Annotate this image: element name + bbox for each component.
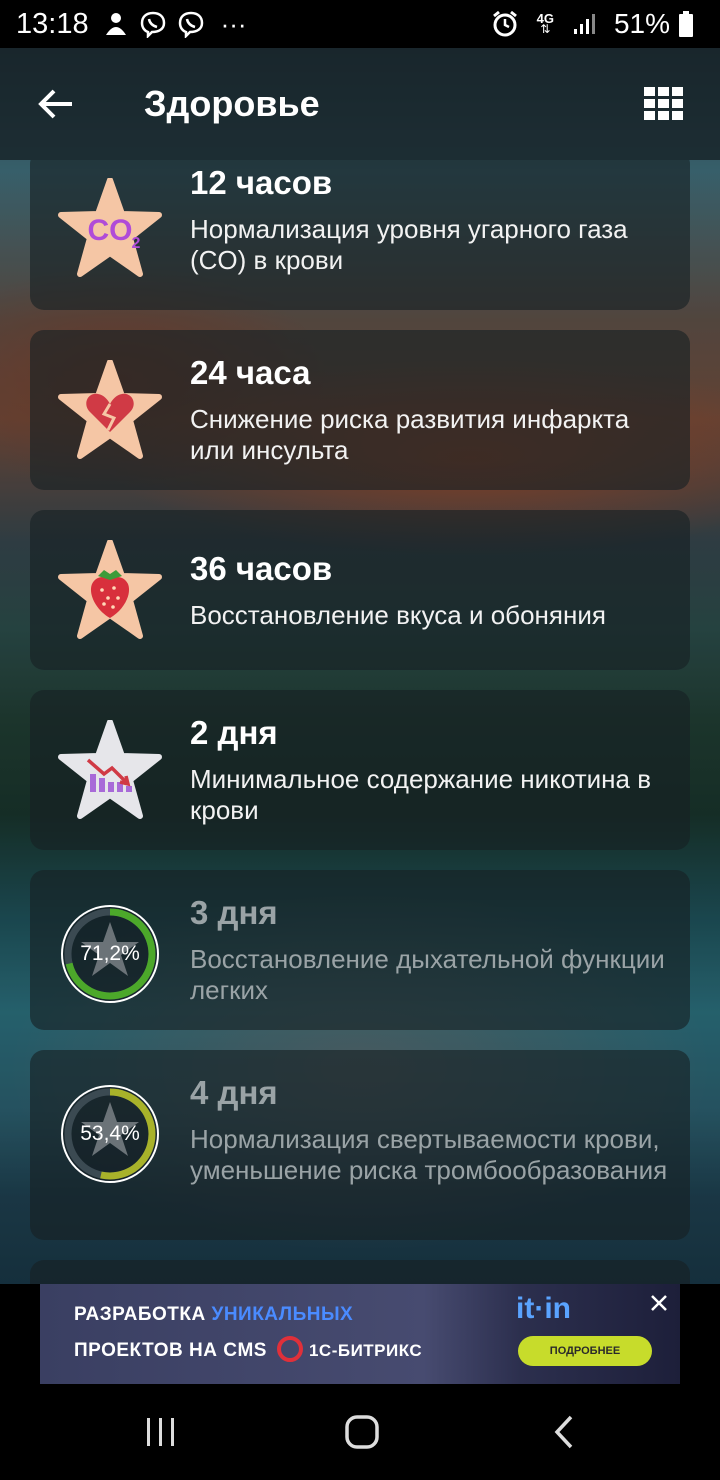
milestone-card[interactable]: 71,2% 3 дня Восстановление дыхательной ф…	[30, 870, 690, 1030]
back-button[interactable]	[0, 48, 112, 160]
close-icon	[651, 1295, 667, 1311]
battery-percentage: 51%	[613, 8, 670, 39]
milestone-description: Восстановление вкуса и обоняния	[190, 600, 606, 630]
milestone-description: Нормализация уровня угарного газа (CO) в…	[190, 214, 628, 275]
ad-subline: ПРОЕКТОВ НА CMS 1С-БИТРИКС	[74, 1336, 423, 1364]
network-type-icon: 4G ⇅	[536, 11, 554, 36]
svg-text:CO: CO	[88, 214, 133, 247]
milestone-time: 36 часов	[190, 550, 333, 587]
ad-banner-area: РАЗРАБОТКА УНИКАЛЬНЫХ ПРОЕКТОВ НА CMS 1С-…	[0, 1284, 720, 1384]
milestone-card[interactable]: 36 часов Восстановление вкуса и обоняния	[30, 510, 690, 670]
notification-person-icon	[103, 11, 129, 37]
ad-close-button[interactable]	[644, 1288, 674, 1318]
milestone-time: 4 дня	[190, 1074, 278, 1111]
viber-icon	[139, 10, 167, 38]
more-notifications-icon: ···	[220, 8, 247, 39]
strawberry-star-icon	[56, 536, 164, 644]
milestone-time: 24 часа	[190, 354, 311, 391]
co2-star-icon: CO 2	[56, 174, 164, 282]
grid-icon	[644, 87, 683, 120]
milestone-time: 2 дня	[190, 714, 278, 751]
grid-menu-button[interactable]	[608, 48, 720, 160]
signal-icon	[572, 12, 596, 36]
svg-text:2: 2	[132, 235, 141, 252]
milestones-list[interactable]: CO 2 12 часов Нормализация уровня угарно…	[0, 160, 720, 1284]
ad-banner[interactable]: РАЗРАБОТКА УНИКАЛЬНЫХ ПРОЕКТОВ НА CMS 1С-…	[40, 1284, 680, 1384]
viber-icon	[177, 10, 205, 38]
alarm-icon	[491, 10, 519, 38]
home-button[interactable]	[338, 1408, 386, 1456]
progress-percentage: 53,4%	[80, 1122, 140, 1145]
milestone-description: Снижение риска развития инфаркта или инс…	[190, 404, 630, 465]
app-bar: Здоровье	[0, 48, 720, 160]
ad-more-button[interactable]: ПОДРОБНЕЕ	[518, 1336, 652, 1366]
navigation-bar	[0, 1384, 720, 1480]
milestone-time: 12 часов	[190, 164, 333, 201]
back-chevron-icon	[554, 1415, 573, 1449]
home-icon	[345, 1415, 379, 1449]
status-bar: 13:18 ··· 4G ⇅ 51%	[0, 0, 720, 48]
ad-headline-accent: УНИКАЛЬНЫХ	[211, 1304, 354, 1325]
milestone-card[interactable]: 53,4% 4 дня Нормализация свертываемости …	[30, 1050, 690, 1240]
milestone-card[interactable]: 24 часа Снижение риска развития инфаркта…	[30, 330, 690, 490]
milestone-description: Минимальное содержание никотина в крови	[190, 764, 652, 825]
milestone-description: Нормализация свертываемости крови, умень…	[190, 1124, 668, 1185]
milestone-description: Восстановление дыхательной функции легки…	[190, 944, 665, 1005]
milestone-card[interactable]	[30, 1260, 690, 1284]
back-nav-button[interactable]	[540, 1408, 588, 1456]
recent-apps-button[interactable]	[137, 1408, 185, 1456]
battery-icon	[678, 10, 694, 38]
milestone-card[interactable]: CO 2 12 часов Нормализация уровня угарно…	[30, 160, 690, 310]
ad-headline: РАЗРАБОТКА УНИКАЛЬНЫХ	[74, 1304, 353, 1326]
page-title: Здоровье	[144, 83, 320, 124]
ad-bitrix-text: 1С-БИТРИКС	[308, 1341, 423, 1361]
progress-ring-icon: 71,2%	[56, 900, 164, 1008]
arrow-left-icon	[38, 89, 72, 119]
bitrix-logo-icon	[276, 1336, 303, 1362]
progress-ring-icon: 53,4%	[56, 1080, 164, 1188]
recent-apps-icon	[147, 1418, 174, 1446]
ad-headline-text: РАЗРАБОТКА	[74, 1304, 212, 1325]
broken-heart-star-icon	[56, 356, 164, 464]
milestone-time: 3 дня	[190, 894, 278, 931]
decline-chart-star-icon	[56, 716, 164, 824]
progress-percentage: 71,2%	[80, 942, 140, 965]
status-time: 13:18	[16, 7, 89, 40]
ad-subline-text: ПРОЕКТОВ НА CMS	[74, 1340, 267, 1362]
ad-brand: it·in	[516, 1292, 571, 1325]
milestone-card[interactable]: 2 дня Минимальное содержание никотина в …	[30, 690, 690, 850]
